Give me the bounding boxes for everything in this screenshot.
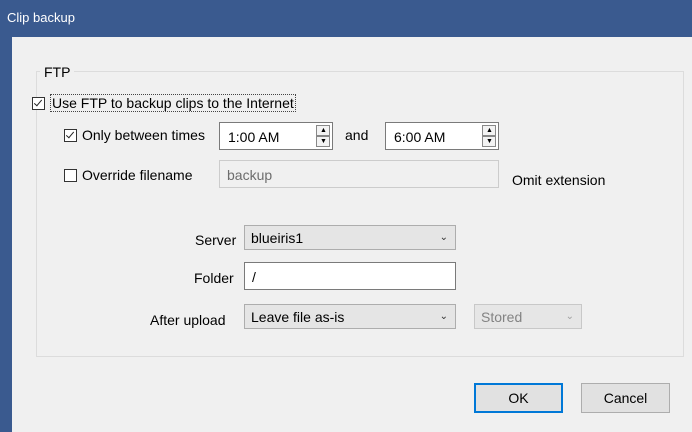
folder-input[interactable]: / xyxy=(244,262,456,290)
and-label: and xyxy=(345,127,369,143)
filename-value: backup xyxy=(227,167,273,183)
filename-input[interactable]: backup xyxy=(219,160,499,188)
server-label: Server xyxy=(195,232,237,248)
ftp-group-label: FTP xyxy=(40,64,75,80)
checkbox-checked-icon xyxy=(64,128,77,142)
override-filename-label: Override filename xyxy=(82,167,193,183)
after-upload-dropdown[interactable]: Leave file as-is ⌄ xyxy=(244,304,456,329)
start-time-spinner[interactable]: 1:00 AM ▲ ▼ xyxy=(219,122,333,150)
cancel-button[interactable]: Cancel xyxy=(581,383,670,413)
dialog-client-area: FTP Use FTP to backup clips to the Inter… xyxy=(12,37,692,432)
after-upload-value: Leave file as-is xyxy=(251,309,345,325)
after-upload-label: After upload xyxy=(150,312,226,328)
spin-up-icon[interactable]: ▲ xyxy=(316,125,330,136)
use-ftp-label: Use FTP to backup clips to the Internet xyxy=(50,94,296,112)
folder-value: / xyxy=(252,269,256,285)
spin-down-icon[interactable]: ▼ xyxy=(482,136,496,147)
checkbox-unchecked-icon xyxy=(64,168,77,182)
chevron-down-icon: ⌄ xyxy=(439,232,448,243)
chevron-down-icon: ⌄ xyxy=(565,311,574,322)
start-time-value: 1:00 AM xyxy=(228,129,280,145)
end-time-spinner[interactable]: 6:00 AM ▲ ▼ xyxy=(385,122,499,150)
only-between-times-label: Only between times xyxy=(82,127,205,143)
title-bar: Clip backup xyxy=(0,0,692,37)
window-title: Clip backup xyxy=(7,10,75,25)
server-value: blueiris1 xyxy=(251,230,304,246)
chevron-down-icon: ⌄ xyxy=(439,311,448,322)
spin-down-icon[interactable]: ▼ xyxy=(316,136,330,147)
use-ftp-checkbox[interactable]: Use FTP to backup clips to the Internet xyxy=(32,94,296,112)
override-filename-checkbox[interactable]: Override filename xyxy=(64,167,193,183)
stored-dropdown[interactable]: Stored ⌄ xyxy=(474,304,582,329)
spin-up-icon[interactable]: ▲ xyxy=(482,125,496,136)
window-left-edge xyxy=(0,37,12,432)
omit-extension-label: Omit extension xyxy=(512,172,606,188)
stored-value: Stored xyxy=(481,309,523,325)
checkbox-checked-icon xyxy=(32,96,45,110)
end-time-value: 6:00 AM xyxy=(394,129,446,145)
server-dropdown[interactable]: blueiris1 ⌄ xyxy=(244,225,456,250)
only-between-times-checkbox[interactable]: Only between times xyxy=(64,127,205,143)
ok-button[interactable]: OK xyxy=(474,383,563,413)
folder-label: Folder xyxy=(194,270,234,286)
